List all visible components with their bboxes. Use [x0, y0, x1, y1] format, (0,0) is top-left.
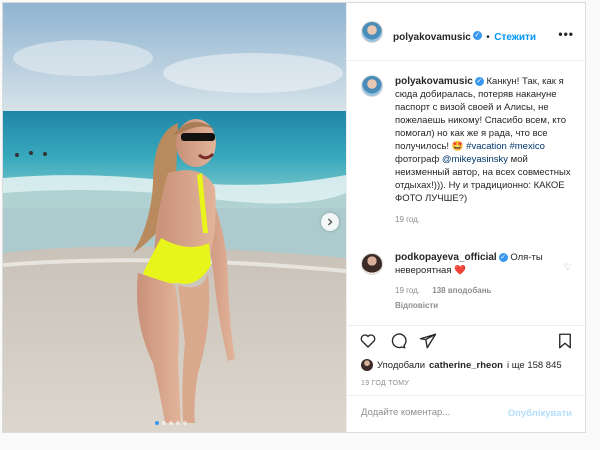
post-caption: polyakovamusic ✓ Канкун! Так, как я сюда …	[361, 75, 576, 226]
reply-button[interactable]: Відповісти	[395, 301, 438, 310]
follow-button[interactable]: Стежити	[494, 32, 536, 43]
comment-input[interactable]	[359, 406, 513, 419]
comment-item: podkopayeva_official ✓ Оля-ты невероятная…	[361, 251, 576, 312]
share-icon[interactable]	[419, 332, 437, 350]
add-comment-bar: Опублікувати	[347, 395, 586, 432]
carousel-dot	[176, 421, 180, 425]
bookmark-icon[interactable]	[556, 332, 574, 350]
comment-like-icon[interactable]: ♡	[564, 261, 572, 274]
mention-link[interactable]: @mikeyasinsky	[442, 154, 508, 165]
verified-icon: ✓	[474, 76, 484, 86]
comment-time[interactable]: 19 год.	[395, 286, 420, 295]
commenter-avatar[interactable]	[361, 253, 383, 275]
caption-time[interactable]: 19 год.	[395, 213, 576, 226]
comment-icon[interactable]	[389, 332, 407, 350]
instagram-post: polyakovamusic ✓ • Стежити ••• polyakovam…	[2, 2, 586, 433]
post-actions	[347, 325, 586, 356]
author-avatar[interactable]	[361, 21, 383, 43]
publish-button[interactable]: Опублікувати	[508, 408, 572, 419]
hashtag-link[interactable]: #mexico	[509, 141, 544, 152]
comment-text: podkopayeva_official ✓ Оля-ты невероятная…	[395, 251, 576, 277]
author-username[interactable]: polyakovamusic	[393, 32, 471, 43]
caption-avatar[interactable]	[361, 75, 383, 97]
commenter-username[interactable]: podkopayeva_official	[395, 252, 497, 263]
post-details-panel: polyakovamusic ✓ • Стежити ••• polyakovam…	[346, 3, 586, 432]
post-header: polyakovamusic ✓ • Стежити •••	[347, 3, 586, 61]
author-line: polyakovamusic ✓ • Стежити	[393, 31, 537, 43]
liker-username[interactable]: catherine_rheon	[429, 360, 503, 371]
caption-body: фотограф	[395, 154, 442, 165]
caption-emoji: 🤩	[451, 141, 464, 152]
chevron-right-icon	[328, 218, 333, 226]
comment-meta: 19 год. 138 вподобань Відповісти	[395, 284, 576, 312]
comment-emoji: ❤️	[454, 265, 466, 276]
hashtag-link[interactable]: #vacation	[466, 141, 507, 152]
caption-username[interactable]: polyakovamusic	[395, 76, 473, 87]
post-photo[interactable]	[3, 3, 346, 432]
likes-summary: Уподобали catherine_rheon і ще 158 845	[361, 359, 562, 371]
caption-text: polyakovamusic ✓ Канкун! Так, как я сюда …	[395, 75, 576, 205]
more-icon[interactable]: •••	[558, 27, 574, 41]
carousel-dot	[155, 421, 159, 425]
carousel-indicators	[155, 421, 187, 425]
heart-icon[interactable]	[359, 332, 377, 350]
post-timestamp[interactable]: 19 ГОД ТОМУ	[361, 380, 409, 387]
comment-likes-count[interactable]: 138 вподобань	[432, 286, 491, 295]
beach-photo	[3, 3, 346, 432]
likes-count[interactable]: і ще 158 845	[507, 360, 562, 371]
carousel-dot	[169, 421, 173, 425]
carousel-next-button[interactable]	[321, 213, 339, 231]
carousel-dot	[162, 421, 166, 425]
verified-icon: ✓	[498, 252, 508, 262]
verified-icon: ✓	[472, 31, 482, 41]
carousel-dot	[183, 421, 187, 425]
liker-avatar[interactable]	[361, 359, 373, 371]
likes-prefix: Уподобали	[377, 359, 426, 371]
